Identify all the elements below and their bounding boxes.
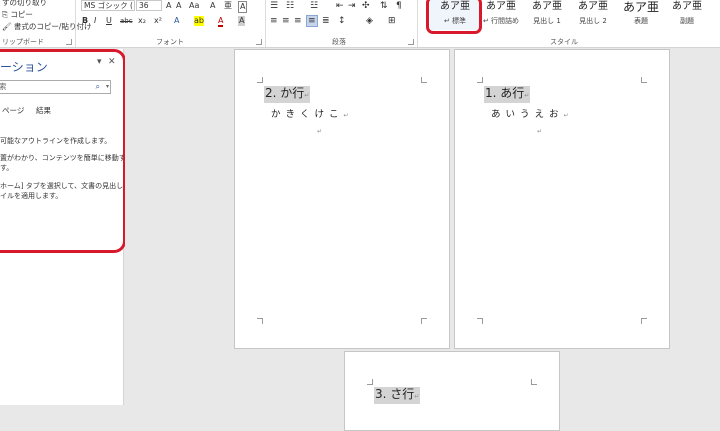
align-left-icon[interactable]: ≡	[270, 16, 278, 26]
corner-mark	[641, 77, 647, 83]
body-text[interactable]: あいうえお↵	[491, 106, 574, 120]
style-sample: あア亜	[622, 0, 659, 14]
document-page[interactable]: 2. か行↵ かきくけこ↵ ↵	[234, 49, 450, 349]
style-sample: あア亜	[672, 1, 702, 12]
change-case-button[interactable]: Aa	[189, 1, 199, 11]
corner-mark	[257, 77, 263, 83]
phonetic-guide-button[interactable]: 亜	[224, 1, 232, 11]
paragraph-group: ☰ ☷ ☳ ⇤ ⇥ ✣ ⇅ ¶ ≡ ≡ ≡ ≡ ≣ ↕ ◈ ⊞ 段落	[266, 0, 418, 47]
underline-button[interactable]: U	[106, 16, 112, 26]
style-name: 見出し 2	[579, 17, 607, 25]
copy-button[interactable]: ⎘ コピー	[2, 9, 33, 20]
font-size-box[interactable]: 36	[136, 0, 162, 11]
style-sample: あア亜	[486, 1, 516, 12]
shrink-font-button[interactable]: A	[176, 1, 181, 11]
font-name-box[interactable]: MS ゴシック (	[81, 0, 135, 11]
grow-font-button[interactable]: A	[166, 1, 171, 11]
style-sample: あア亜	[578, 1, 608, 12]
body-text[interactable]: かきくけこ↵	[271, 106, 354, 120]
char-shading-button[interactable]: A	[238, 16, 246, 26]
heading-text[interactable]: 1. あ行↵	[484, 86, 531, 103]
increase-indent-icon[interactable]: ⇥	[348, 1, 356, 11]
strikethrough-button[interactable]: abc	[120, 16, 133, 26]
bold-button[interactable]: B	[82, 16, 88, 26]
multilevel-list-icon[interactable]: ☳	[310, 1, 318, 11]
style-name: 副題	[680, 17, 694, 25]
document-page[interactable]: 3. さ行↵	[344, 351, 560, 431]
font-group: MS ゴシック ( 36 A A Aa A 亜 A B I U abc x₂ x…	[76, 0, 266, 47]
clipboard-group: すの切り取り ⎘ コピー 🖌 書式のコピー/貼り付け リップボード	[0, 0, 91, 47]
cut-button[interactable]: すの切り取り	[2, 0, 47, 8]
line-spacing-icon[interactable]: ↕	[338, 16, 346, 26]
copy-icon: ⎘	[2, 10, 8, 19]
corner-mark	[257, 318, 263, 324]
sort-icon[interactable]: ⇅	[380, 1, 388, 11]
style-sample: あア亜	[532, 1, 562, 12]
borders-icon[interactable]: ⊞	[388, 16, 396, 26]
style-heading-1[interactable]: あア亜 見出し 1	[522, 0, 572, 30]
heading-label: 1. あ行	[485, 86, 525, 100]
shading-icon[interactable]: ◈	[366, 16, 373, 26]
corner-mark	[477, 318, 483, 324]
align-center-icon[interactable]: ≡	[282, 16, 290, 26]
return-mark: ↵	[524, 92, 530, 99]
corner-mark	[421, 318, 427, 324]
highlight-outline-style	[426, 0, 482, 34]
text-effects-button[interactable]: A	[174, 16, 179, 26]
brush-icon: 🖌	[2, 22, 12, 31]
return-mark: ↵	[343, 112, 354, 119]
font-group-label: フォント	[156, 38, 184, 46]
corner-mark	[421, 77, 427, 83]
corner-mark	[367, 379, 373, 385]
navigation-pane: ーション ▾ ✕ 索 ⌕ ▾ ページ 結果 可能なアウトラインを作成します。 置…	[0, 49, 133, 405]
corner-mark	[477, 77, 483, 83]
font-launcher-icon[interactable]	[256, 39, 262, 45]
ribbon: すの切り取り ⎘ コピー 🖌 書式のコピー/貼り付け リップボード MS ゴシッ…	[0, 0, 720, 48]
align-right-icon[interactable]: ≡	[294, 16, 302, 26]
style-name: ↵ 行間詰め	[482, 17, 520, 25]
clipboard-launcher-icon[interactable]	[66, 39, 72, 45]
asian-layout-icon[interactable]: ✣	[362, 1, 370, 11]
numbering-icon[interactable]: ☷	[286, 1, 294, 11]
justify-icon[interactable]: ≡	[306, 15, 318, 27]
document-page[interactable]: 1. あ行↵ あいうえお↵ ↵	[454, 49, 670, 349]
document-area[interactable]: 2. か行↵ かきくけこ↵ ↵ 1. あ行↵ あいうえお↵ ↵ 3. さ行↵	[125, 49, 720, 431]
italic-button[interactable]: I	[94, 16, 96, 26]
styles-group-label: スタイル	[550, 38, 578, 46]
subscript-button[interactable]: x₂	[138, 16, 146, 26]
heading-label: 3. さ行	[375, 387, 415, 401]
highlight-button[interactable]: ab	[194, 16, 204, 26]
style-heading-2[interactable]: あア亜 見出し 2	[568, 0, 618, 30]
distributed-icon[interactable]: ≣	[322, 16, 330, 26]
body-label: あいうえお	[491, 109, 564, 120]
heading-label: 2. か行	[265, 86, 305, 100]
highlight-outline-nav	[0, 49, 126, 253]
heading-text[interactable]: 3. さ行↵	[374, 387, 421, 404]
style-title[interactable]: あア亜 表題	[616, 0, 666, 30]
heading-text[interactable]: 2. か行↵	[264, 86, 311, 103]
return-mark: ↵	[414, 393, 420, 400]
char-border-button[interactable]: A	[238, 1, 248, 13]
style-name: 見出し 1	[533, 17, 561, 25]
style-no-spacing[interactable]: あア亜 ↵ 行間詰め	[476, 0, 526, 30]
show-marks-icon[interactable]: ¶	[396, 1, 402, 11]
decrease-indent-icon[interactable]: ⇤	[336, 1, 344, 11]
corner-mark	[531, 379, 537, 385]
return-mark: ↵	[304, 92, 310, 99]
style-name: 表題	[634, 17, 648, 25]
return-mark: ↵	[537, 128, 543, 135]
superscript-button[interactable]: x²	[154, 16, 162, 26]
return-mark: ↵	[563, 112, 574, 119]
style-subtitle[interactable]: あア亜 副題	[662, 0, 712, 30]
corner-mark	[641, 318, 647, 324]
body-label: かきくけこ	[271, 109, 344, 120]
return-mark: ↵	[317, 128, 323, 135]
clear-format-button[interactable]: A	[210, 1, 215, 11]
font-color-button[interactable]: A	[218, 16, 224, 27]
bullets-icon[interactable]: ☰	[270, 1, 278, 11]
paragraph-launcher-icon[interactable]	[408, 39, 414, 45]
paragraph-group-label: 段落	[332, 38, 346, 46]
copy-label: コピー	[10, 10, 33, 19]
clipboard-group-label: リップボード	[2, 38, 44, 46]
